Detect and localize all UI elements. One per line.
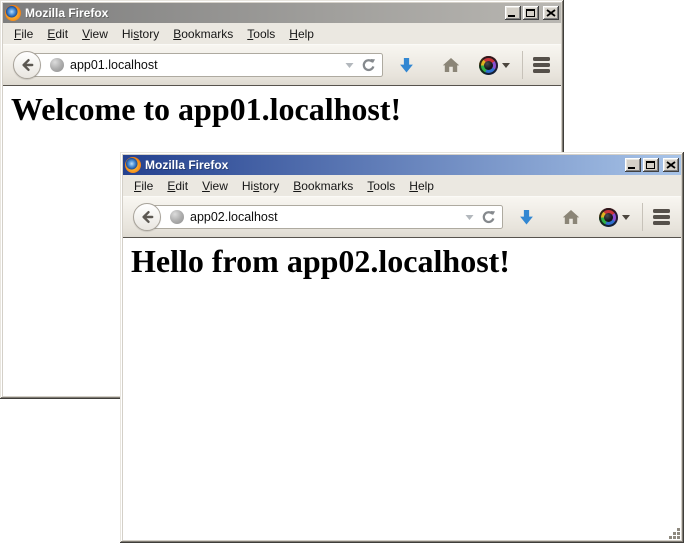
menu-item-history[interactable]: History	[235, 177, 286, 195]
minimize-button[interactable]	[505, 6, 521, 20]
downloads-icon[interactable]	[519, 209, 534, 226]
page-heading: Hello from app02.localhost!	[123, 238, 681, 280]
back-arrow-icon	[139, 209, 155, 225]
url-text: app02.localhost	[190, 210, 458, 224]
toolbar-separator	[642, 203, 643, 231]
menu-item-file[interactable]: File	[7, 25, 40, 43]
addon-caret-icon	[622, 215, 630, 220]
maximize-icon	[526, 9, 535, 17]
menu-bar: File Edit View History Bookmarks Tools H…	[123, 175, 681, 196]
color-lens-addon-icon	[599, 208, 618, 227]
menu-item-help[interactable]: Help	[282, 25, 321, 43]
color-lens-addon-icon	[479, 56, 498, 75]
maximize-button[interactable]	[643, 158, 659, 172]
toolbar-separator	[522, 51, 523, 79]
window-title: Mozilla Firefox	[25, 6, 499, 20]
menu-item-bookmarks[interactable]: Bookmarks	[166, 25, 240, 43]
menu-item-tools[interactable]: Tools	[360, 177, 402, 195]
globe-site-icon	[50, 58, 64, 72]
maximize-button[interactable]	[523, 6, 539, 20]
globe-site-icon	[170, 210, 184, 224]
menu-item-history[interactable]: History	[115, 25, 166, 43]
menu-item-edit[interactable]: Edit	[160, 177, 195, 195]
reload-icon[interactable]	[361, 58, 376, 73]
firefox-logo-icon	[5, 5, 21, 21]
close-button[interactable]	[543, 6, 559, 20]
addon-button[interactable]	[479, 56, 510, 75]
close-icon	[546, 9, 556, 17]
menu-item-view[interactable]: View	[195, 177, 235, 195]
page-heading: Welcome to app01.localhost!	[3, 86, 561, 128]
window-controls	[503, 6, 559, 20]
window-controls	[623, 158, 679, 172]
downloads-icon[interactable]	[399, 57, 414, 74]
back-button[interactable]	[13, 51, 41, 79]
reload-icon[interactable]	[481, 210, 496, 225]
minimize-icon	[628, 167, 635, 169]
menu-item-bookmarks[interactable]: Bookmarks	[286, 177, 360, 195]
navigation-toolbar: app02.localhost	[123, 196, 681, 238]
titlebar[interactable]: Mozilla Firefox	[3, 3, 561, 23]
home-icon[interactable]	[562, 209, 580, 225]
hamburger-menu-icon[interactable]	[533, 57, 550, 73]
back-arrow-icon	[19, 57, 35, 73]
minimize-icon	[508, 15, 515, 17]
menu-item-view[interactable]: View	[75, 25, 115, 43]
menu-item-tools[interactable]: Tools	[240, 25, 282, 43]
browser-window-app02[interactable]: Mozilla Firefox File Edit View History B…	[120, 152, 684, 543]
resize-grip[interactable]	[668, 527, 681, 540]
menu-item-help[interactable]: Help	[402, 177, 441, 195]
hamburger-menu-icon[interactable]	[653, 209, 670, 225]
back-button[interactable]	[133, 203, 161, 231]
addon-caret-icon	[502, 63, 510, 68]
page-content: Hello from app02.localhost!	[123, 238, 681, 540]
menu-bar: File Edit View History Bookmarks Tools H…	[3, 23, 561, 44]
titlebar[interactable]: Mozilla Firefox	[123, 155, 681, 175]
urlbar-dropdown-icon[interactable]	[464, 212, 475, 222]
window-title: Mozilla Firefox	[145, 158, 619, 172]
menu-item-edit[interactable]: Edit	[40, 25, 75, 43]
url-text: app01.localhost	[70, 58, 338, 72]
home-icon[interactable]	[442, 57, 460, 73]
menu-item-file[interactable]: File	[127, 177, 160, 195]
maximize-icon	[646, 161, 655, 169]
firefox-logo-icon	[125, 157, 141, 173]
close-icon	[666, 161, 676, 169]
minimize-button[interactable]	[625, 158, 641, 172]
navigation-toolbar: app01.localhost	[3, 44, 561, 86]
url-bar[interactable]: app01.localhost	[27, 53, 383, 77]
addon-button[interactable]	[599, 208, 630, 227]
urlbar-dropdown-icon[interactable]	[344, 60, 355, 70]
close-button[interactable]	[663, 158, 679, 172]
url-bar[interactable]: app02.localhost	[147, 205, 503, 229]
